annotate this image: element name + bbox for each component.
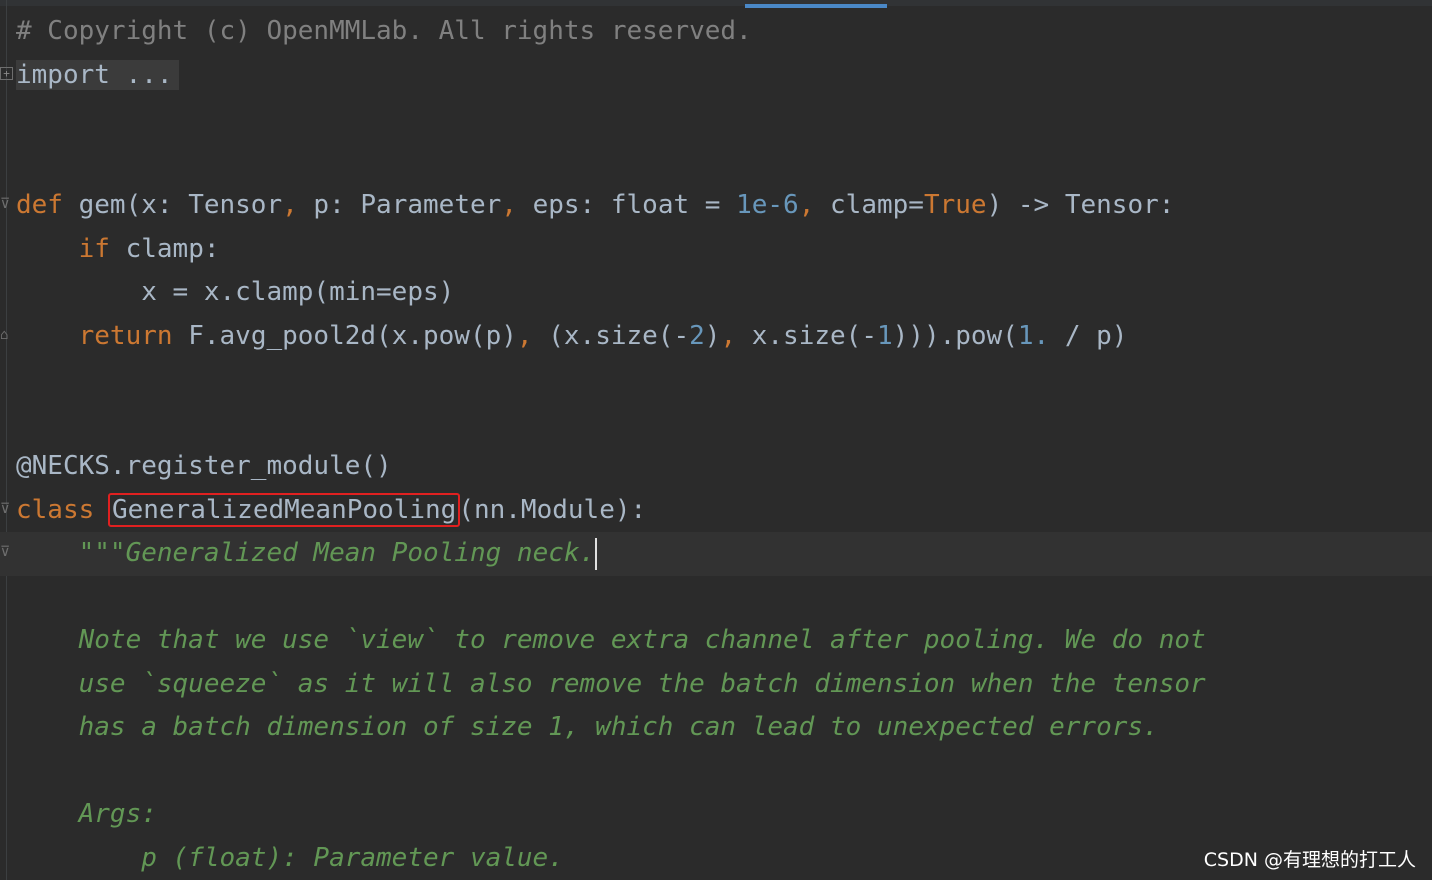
fold-collapse-icon[interactable]: ⊽: [0, 196, 12, 212]
fold-collapse-icon[interactable]: ⊽: [0, 501, 12, 517]
code-line-13[interactable]: ⊽ """Generalized Mean Pooling neck.: [0, 532, 1432, 576]
code-line-2[interactable]: + import ...: [0, 54, 1432, 98]
code-line-4[interactable]: [16, 141, 1432, 185]
code-line-9[interactable]: [16, 358, 1432, 402]
code-line-6[interactable]: if clamp:: [16, 228, 1432, 272]
code-line-19[interactable]: Args:: [16, 793, 1432, 837]
text-caret: [595, 537, 598, 570]
code-line-5[interactable]: ⊽ def gem(x: Tensor, p: Parameter, eps: f…: [0, 184, 1432, 228]
fold-collapse-icon[interactable]: ⊽: [0, 544, 12, 560]
code-line-14[interactable]: [16, 576, 1432, 620]
code-line-8[interactable]: ⌂ return F.avg_pool2d(x.pow(p), (x.size(…: [0, 315, 1432, 359]
watermark: CSDN @有理想的打工人: [1203, 849, 1416, 871]
fold-expand-icon[interactable]: +: [0, 66, 13, 80]
code-line-17[interactable]: has a batch dimension of size 1, which c…: [16, 706, 1432, 750]
copyright-comment: # Copyright (c) OpenMMLab. All rights re…: [16, 16, 752, 46]
code-line-18[interactable]: [16, 750, 1432, 794]
fold-end-icon[interactable]: ⌂: [0, 327, 12, 343]
code-line-11[interactable]: @NECKS.register_module(): [16, 445, 1432, 489]
code-line-16[interactable]: use `squeeze` as it will also remove the…: [16, 663, 1432, 707]
folded-imports[interactable]: import ...: [16, 59, 179, 90]
decorator: @NECKS.register_module(): [16, 451, 392, 481]
code-line-15[interactable]: Note that we use `view` to remove extra …: [16, 619, 1432, 663]
code-line-7[interactable]: x = x.clamp(min=eps): [16, 271, 1432, 315]
active-tab-indicator: [745, 4, 887, 8]
code-line-3[interactable]: [16, 97, 1432, 141]
editor-tab-bar: [0, 0, 1432, 6]
code-line-1[interactable]: # Copyright (c) OpenMMLab. All rights re…: [16, 10, 1432, 54]
code-line-10[interactable]: [16, 402, 1432, 446]
code-line-12[interactable]: ⊽ class GeneralizedMeanPooling(nn.Module)…: [0, 489, 1432, 533]
editor-gutter: [6, 0, 7, 880]
code-editor[interactable]: # Copyright (c) OpenMMLab. All rights re…: [0, 10, 1432, 880]
highlighted-class-name: GeneralizedMeanPooling: [107, 492, 461, 527]
docstring-start: """Generalized Mean Pooling neck.: [78, 538, 596, 568]
